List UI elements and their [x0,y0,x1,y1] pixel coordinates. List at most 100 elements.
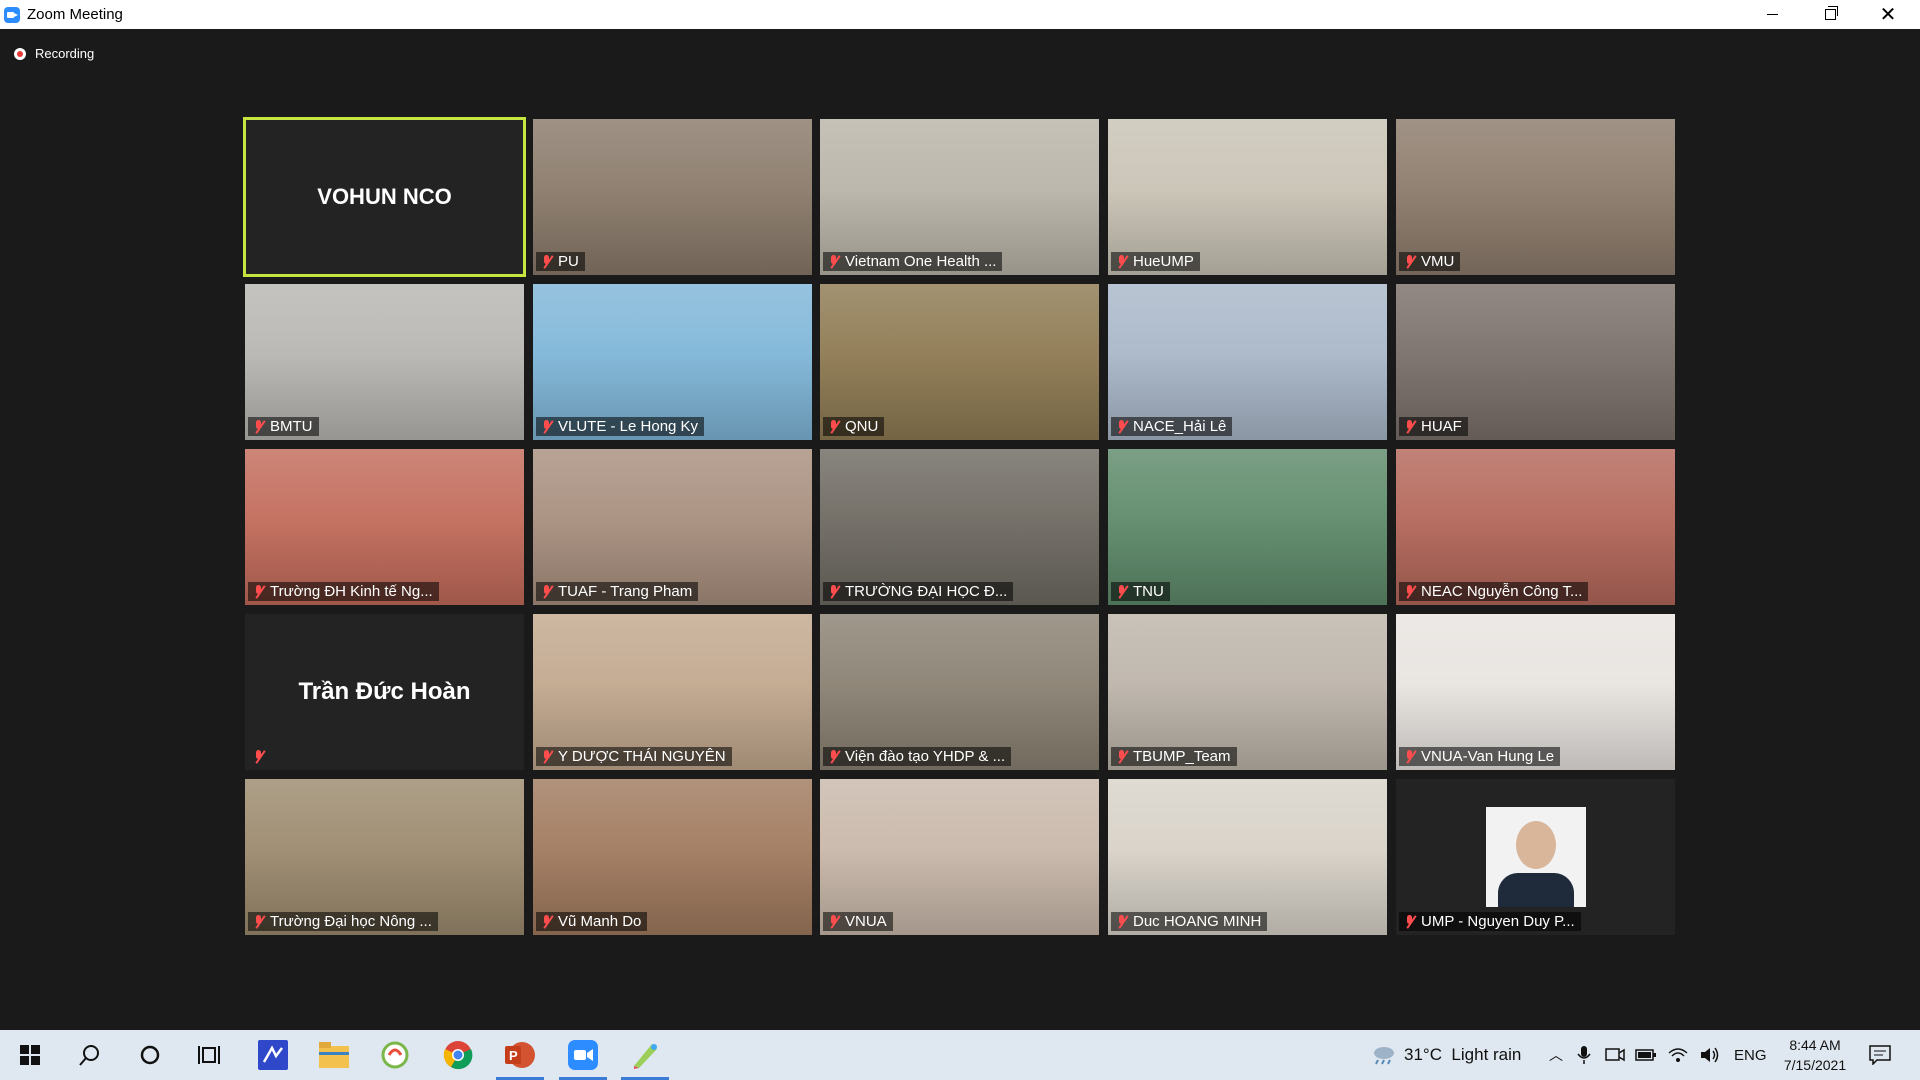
participant-tile[interactable]: TNU [1108,449,1387,605]
window-title: Zoom Meeting [27,6,123,23]
wechat-like-icon [381,1041,409,1069]
name-plate: PU [536,252,585,271]
name-plate: NACE_Hải Lê [1111,417,1233,436]
participant-tile[interactable]: PU [533,119,812,275]
participant-tile[interactable]: BMTU [245,284,524,440]
participant-tile[interactable]: VOHUN NCO [243,117,526,277]
name-plate: Vũ Manh Do [536,912,648,931]
participant-tile[interactable]: Duc HOANG MINH [1108,779,1387,935]
participant-name: VMU [1421,253,1455,270]
mic-muted-icon [252,419,266,434]
chrome-icon [443,1041,473,1070]
name-plate: Vietnam One Health ... [823,252,1003,271]
start-button[interactable] [0,1030,60,1080]
participant-tile[interactable]: Vũ Manh Do [533,779,812,935]
title-bar: Zoom Meeting ✕ [0,0,1920,29]
taskbar-powerpoint[interactable]: P [490,1030,550,1080]
taskbar-chrome[interactable] [428,1030,488,1080]
participant-tile[interactable]: Trần Đức Hoàn [245,614,524,770]
minimize-button[interactable] [1743,0,1801,29]
participant-tile[interactable]: TUAF - Trang Pham [533,449,812,605]
mic-muted-icon [1115,254,1129,269]
taskbar-app-blue[interactable] [243,1030,303,1080]
participant-tile[interactable]: QNU [820,284,1099,440]
participant-tile[interactable]: VNUA-Van Hung Le [1396,614,1675,770]
volume-icon[interactable] [1699,1045,1721,1065]
notification-icon [1869,1045,1891,1065]
participant-name: VNUA-Van Hung Le [1421,748,1555,765]
mic-muted-icon [827,749,841,764]
taskbar-file-explorer[interactable] [304,1030,364,1080]
name-plate: TRƯỜNG ĐẠI HỌC Đ... [823,582,1014,601]
participant-name: TRƯỜNG ĐẠI HỌC Đ... [845,583,1008,600]
participant-tile[interactable]: VNUA [820,779,1099,935]
participant-name: HUAF [1421,418,1462,435]
mic-muted-icon [1115,584,1129,599]
participant-name: Trường Đại học Nông ... [270,913,432,930]
participant-tile[interactable]: NEAC Nguyễn Công T... [1396,449,1675,605]
meet-now-icon[interactable] [1605,1045,1625,1065]
chevron-up-icon[interactable]: ︿ [1549,1045,1563,1065]
participant-name: Vũ Manh Do [558,913,642,930]
participant-name: TUAF - Trang Pham [558,583,693,600]
participant-tile[interactable]: TRƯỜNG ĐẠI HỌC Đ... [820,449,1099,605]
cortana-button[interactable] [120,1030,180,1080]
name-plate: TUAF - Trang Pham [536,582,699,601]
participant-tile[interactable]: Y DƯỢC THÁI NGUYÊN [533,614,812,770]
participant-name: Y DƯỢC THÁI NGUYÊN [558,748,726,765]
search-button[interactable] [60,1030,120,1080]
name-plate: Duc HOANG MINH [1111,912,1268,931]
participant-tile[interactable]: Viện đào tạo YHDP & ... [820,614,1099,770]
participant-tile[interactable]: UMP - Nguyen Duy P... [1396,779,1675,935]
participant-tile[interactable]: VMU [1396,119,1675,275]
weather-widget[interactable]: 31°C Light rain [1372,1030,1521,1080]
close-button[interactable]: ✕ [1859,0,1917,29]
name-plate: UMP - Nguyen Duy P... [1399,912,1581,931]
task-view-icon [198,1046,220,1064]
microphone-icon[interactable] [1577,1045,1591,1065]
wifi-icon[interactable] [1667,1045,1689,1065]
participant-tile[interactable]: HueUMP [1108,119,1387,275]
app-blue-icon [258,1040,288,1070]
mic-muted-icon [540,254,554,269]
mic-muted-icon [1403,584,1417,599]
mic-muted-icon [1115,914,1129,929]
recording-label: Recording [35,46,95,61]
battery-icon[interactable] [1635,1048,1657,1062]
participant-tile[interactable]: NACE_Hải Lê [1108,284,1387,440]
participant-name: Vietnam One Health ... [845,253,997,270]
mic-muted-icon [1115,419,1129,434]
meeting-view: Recording VOHUN NCO PU Vietnam One Health … [0,29,1920,1030]
suit-shape [1498,873,1574,907]
participant-tile[interactable]: TBUMP_Team [1108,614,1387,770]
participant-name: Duc HOANG MINH [1133,913,1262,930]
maximize-button[interactable] [1801,0,1859,29]
name-plate: VNUA [823,912,893,931]
restore-icon [1824,6,1838,20]
mic-muted-icon [540,749,554,764]
participant-tile[interactable]: VLUTE - Le Hong Ky [533,284,812,440]
participant-name: NEAC Nguyễn Công T... [1421,583,1583,600]
task-view-button[interactable] [180,1030,240,1080]
taskbar-paint[interactable] [615,1030,675,1080]
mic-muted-icon [1403,749,1417,764]
name-plate [248,747,276,766]
taskbar-app-green[interactable] [365,1030,425,1080]
participant-tile[interactable]: Trường Đại học Nông ... [245,779,524,935]
participant-name: TBUMP_Team [1133,748,1231,765]
mic-muted-icon [1403,419,1417,434]
participant-tile[interactable]: Trường ĐH Kinh tế Ng... [245,449,524,605]
cortana-icon [140,1045,160,1065]
powerpoint-icon: P [505,1042,535,1068]
notifications-button[interactable] [1850,1030,1910,1080]
recording-indicator[interactable]: Recording [14,46,94,61]
tray-icons[interactable]: ︿ [1549,1030,1721,1080]
name-plate: BMTU [248,417,319,436]
mic-muted-icon [1403,914,1417,929]
taskbar-zoom[interactable] [553,1030,613,1080]
weather-text: 31°C Light rain [1404,1045,1522,1064]
participant-tile[interactable]: Vietnam One Health ... [820,119,1099,275]
mic-muted-icon [827,584,841,599]
minimize-icon [1766,14,1778,15]
participant-tile[interactable]: HUAF [1396,284,1675,440]
